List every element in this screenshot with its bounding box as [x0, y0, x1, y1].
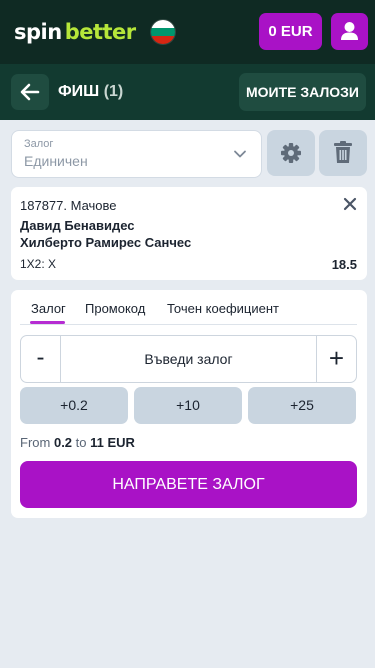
language-flag-icon[interactable]: [151, 20, 175, 44]
spinbetter-logo[interactable]: spin better: [14, 20, 136, 44]
back-button[interactable]: [11, 74, 49, 110]
top-bar: spin better 0 EUR: [0, 0, 375, 64]
my-bets-button[interactable]: МОИТЕ ЗАЛОЗИ: [239, 73, 366, 111]
logo-spin-text: spin: [14, 20, 62, 44]
clear-slip-button[interactable]: [319, 130, 367, 176]
market-label: 1X2: X: [20, 257, 57, 271]
quick-stake-button[interactable]: +25: [248, 387, 356, 424]
stake-input[interactable]: - Въведи залог +: [20, 335, 357, 383]
odds-value: 18.5: [331, 257, 357, 272]
chevron-down-icon: [234, 150, 246, 158]
trash-icon: [334, 141, 352, 163]
balance-button[interactable]: 0 EUR: [259, 13, 322, 50]
settings-button[interactable]: [267, 130, 315, 176]
arrow-left-icon: [20, 83, 40, 101]
increase-stake-button[interactable]: +: [316, 336, 356, 382]
team-1: Давид Бенавидес: [20, 218, 135, 233]
event-id: 187877. Мачове: [20, 198, 117, 213]
selected-event-card: 187877. Мачове Давид Бенавидес Хилберто …: [11, 187, 367, 280]
page-title: ФИШ (1): [58, 83, 123, 101]
team-2: Хилберто Рамирес Санчес: [20, 235, 192, 250]
range-min: 0.2: [53, 435, 73, 450]
stake-range: From 0.2 to 11 EUR: [20, 435, 135, 450]
bet-type-value: Единичен: [24, 153, 88, 169]
quick-stake-button[interactable]: +10: [134, 387, 242, 424]
bet-type-select[interactable]: Залог Единичен: [11, 130, 262, 178]
profile-button[interactable]: [331, 13, 368, 50]
slip-title-text: ФИШ: [58, 83, 100, 100]
active-tab-indicator: [30, 321, 65, 324]
gear-icon: [281, 143, 301, 163]
bet-type-label: Залог: [24, 138, 54, 150]
tab-stake[interactable]: Залог: [31, 301, 66, 316]
slip-count: (1): [103, 83, 124, 100]
logo-better-text: better: [64, 20, 136, 44]
range-from-label: From: [20, 435, 51, 450]
tab-exact-odds[interactable]: Точен коефициент: [167, 301, 279, 316]
quick-stake-button[interactable]: +0.2: [20, 387, 128, 424]
bet-slip-header: ФИШ (1) МОИТЕ ЗАЛОЗИ: [0, 64, 375, 120]
stake-panel: Залог Промокод Точен коефициент - Въведи…: [11, 290, 367, 518]
range-to-label: to: [75, 435, 87, 450]
stake-tabs: Залог Промокод Точен коефициент: [20, 290, 357, 325]
range-max: 11 EUR: [90, 435, 135, 450]
close-icon[interactable]: [343, 197, 357, 211]
decrease-stake-button[interactable]: -: [21, 336, 61, 382]
place-bet-button[interactable]: НАПРАВЕТЕ ЗАЛОГ: [20, 461, 357, 508]
stake-input-placeholder[interactable]: Въведи залог: [62, 351, 315, 367]
tab-promocode[interactable]: Промокод: [85, 301, 145, 316]
user-icon: [341, 22, 358, 40]
